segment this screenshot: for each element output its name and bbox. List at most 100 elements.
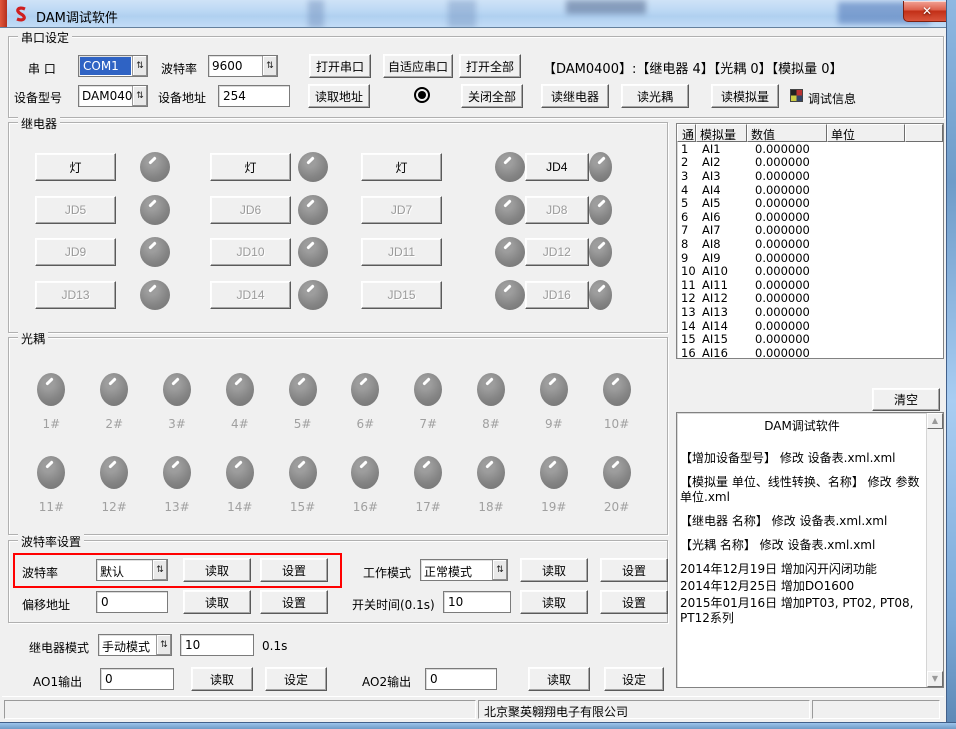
read-relay-button[interactable]: 读继电器 [541, 84, 609, 108]
opto-led-indicator [540, 373, 568, 406]
work-mode-select[interactable]: 正常模式 ⇅ [420, 559, 508, 581]
baud-label: 波特率 [161, 60, 197, 77]
table-row[interactable]: 7 AI7 0.000000 [677, 224, 943, 238]
com-port-select[interactable]: COM1 ⇅ [78, 55, 148, 77]
table-row[interactable]: 10 AI10 0.000000 [677, 264, 943, 278]
table-row[interactable]: 16 AI16 0.000000 [677, 346, 943, 359]
company-name: 北京聚英翱翔电子有限公司 [484, 705, 628, 719]
table-row[interactable]: 1 AI1 0.000000 [677, 142, 943, 156]
scroll-up-icon[interactable]: ▲ [927, 413, 943, 429]
debug-info-icon[interactable] [790, 89, 803, 102]
log-line: 2014年12月25日 增加DO1600 [680, 579, 924, 594]
close-button[interactable]: ✕ [903, 1, 951, 22]
header-unit[interactable]: 单位 [827, 124, 905, 142]
close-all-button[interactable]: 关闭全部 [461, 84, 523, 108]
baud-read-button[interactable]: 读取 [183, 558, 251, 582]
header-analog[interactable]: 模拟量 [696, 124, 747, 142]
opto-group-title: 光耦 [18, 330, 48, 347]
relay-button[interactable]: 灯 [361, 153, 442, 181]
scroll-down-icon[interactable]: ▼ [927, 671, 943, 687]
relay-button[interactable]: JD13 [35, 281, 116, 309]
read-address-button[interactable]: 读取地址 [308, 84, 370, 108]
table-row[interactable]: 14 AI14 0.000000 [677, 319, 943, 333]
relay-button[interactable]: JD8 [525, 196, 589, 224]
log-scrollbar[interactable]: ▲ ▼ [926, 413, 943, 687]
relay-button[interactable]: JD9 [35, 238, 116, 266]
relay-button[interactable]: JD7 [361, 196, 442, 224]
relay-mode-select[interactable]: 手动模式 ⇅ [98, 634, 172, 656]
ao2-set-button[interactable]: 设定 [604, 667, 664, 691]
ao1-read-button[interactable]: 读取 [191, 667, 253, 691]
cell-name: AI8 [696, 237, 747, 251]
table-row[interactable]: 12 AI12 0.000000 [677, 292, 943, 306]
work-mode-set-button[interactable]: 设置 [600, 558, 668, 582]
header-value[interactable]: 数值 [747, 124, 827, 142]
relay-button[interactable]: JD10 [210, 238, 291, 266]
auto-adapt-port-button[interactable]: 自适应串口 [383, 54, 453, 78]
relay-button[interactable]: JD15 [361, 281, 442, 309]
opto-led-label: 7# [419, 417, 437, 431]
offset-set-button[interactable]: 设置 [260, 590, 328, 614]
clear-log-button[interactable]: 清空 [872, 388, 940, 411]
relay-button[interactable]: JD11 [361, 238, 442, 266]
read-opto-button[interactable]: 读光耦 [621, 84, 689, 108]
table-row[interactable]: 15 AI15 0.000000 [677, 332, 943, 346]
device-addr-input[interactable] [218, 85, 290, 107]
relay-mode-time-input[interactable] [180, 634, 254, 656]
switch-time-read-button[interactable]: 读取 [520, 590, 588, 614]
read-analog-button[interactable]: 读模拟量 [711, 84, 779, 108]
cell-value: 0.000000 [747, 278, 827, 292]
ao1-input[interactable] [100, 668, 174, 690]
table-row[interactable]: 9 AI9 0.000000 [677, 251, 943, 265]
relay-button[interactable]: JD5 [35, 196, 116, 224]
opto-led-indicator [414, 456, 442, 489]
relay-group-title: 继电器 [18, 115, 60, 132]
baud-rate-select[interactable]: 9600 ⇅ [208, 55, 278, 77]
relay-button[interactable]: 灯 [210, 153, 291, 181]
switch-time-set-button[interactable]: 设置 [600, 590, 668, 614]
baud-set-button[interactable]: 设置 [260, 558, 328, 582]
table-row[interactable]: 4 AI4 0.000000 [677, 183, 943, 197]
offset-read-button[interactable]: 读取 [183, 590, 251, 614]
table-row[interactable]: 5 AI5 0.000000 [677, 196, 943, 210]
open-port-button[interactable]: 打开串口 [309, 54, 371, 78]
combo-arrow-icon[interactable]: ⇅ [132, 56, 147, 76]
opto-led-indicator [100, 373, 128, 406]
table-row[interactable]: 3 AI3 0.000000 [677, 169, 943, 183]
relay-cell: JD8 [525, 189, 656, 232]
cell-value: 0.000000 [747, 305, 827, 319]
device-model-select[interactable]: DAM0400 ⇅ [78, 85, 148, 107]
debug-info-label[interactable]: 调试信息 [808, 90, 856, 107]
background-window-edge [0, 0, 7, 28]
table-row[interactable]: 6 AI6 0.000000 [677, 210, 943, 224]
ao2-read-button[interactable]: 读取 [528, 667, 590, 691]
ao2-input[interactable] [425, 668, 497, 690]
relay-button[interactable]: JD4 [525, 153, 589, 181]
relay-button[interactable]: 灯 [35, 153, 116, 181]
open-all-button[interactable]: 打开全部 [459, 54, 521, 78]
relay-button[interactable]: JD16 [525, 281, 589, 309]
log-panel[interactable]: DAM调试软件 【增加设备型号】 修改 设备表.xml.xml 【模拟量 单位、… [676, 412, 944, 688]
relay-button[interactable]: JD14 [210, 281, 291, 309]
table-row[interactable]: 13 AI13 0.000000 [677, 305, 943, 319]
relay-button[interactable]: JD12 [525, 238, 589, 266]
header-channel[interactable]: 通 [677, 124, 696, 142]
opto-led-label: 17# [416, 500, 441, 514]
combo-arrow-icon[interactable]: ⇅ [132, 86, 147, 106]
table-row[interactable]: 8 AI8 0.000000 [677, 237, 943, 251]
combo-arrow-icon[interactable]: ⇅ [156, 635, 171, 655]
port-label: 串 口 [28, 60, 56, 77]
combo-arrow-icon[interactable]: ⇅ [152, 560, 167, 580]
switch-time-input[interactable] [443, 591, 511, 613]
offset-addr-input[interactable] [96, 591, 168, 613]
combo-arrow-icon[interactable]: ⇅ [262, 56, 277, 76]
opto-cell: 16# [334, 443, 397, 526]
relay-button[interactable]: JD6 [210, 196, 291, 224]
table-row[interactable]: 2 AI2 0.000000 [677, 156, 943, 170]
table-row[interactable]: 11 AI11 0.000000 [677, 278, 943, 292]
combo-arrow-icon[interactable]: ⇅ [492, 560, 507, 580]
relay-grid: 灯 灯 灯 JD4 JD5 JD6 [35, 146, 656, 316]
baud-setting-select[interactable]: 默认 ⇅ [96, 559, 168, 581]
work-mode-read-button[interactable]: 读取 [520, 558, 588, 582]
ao1-set-button[interactable]: 设定 [265, 667, 327, 691]
